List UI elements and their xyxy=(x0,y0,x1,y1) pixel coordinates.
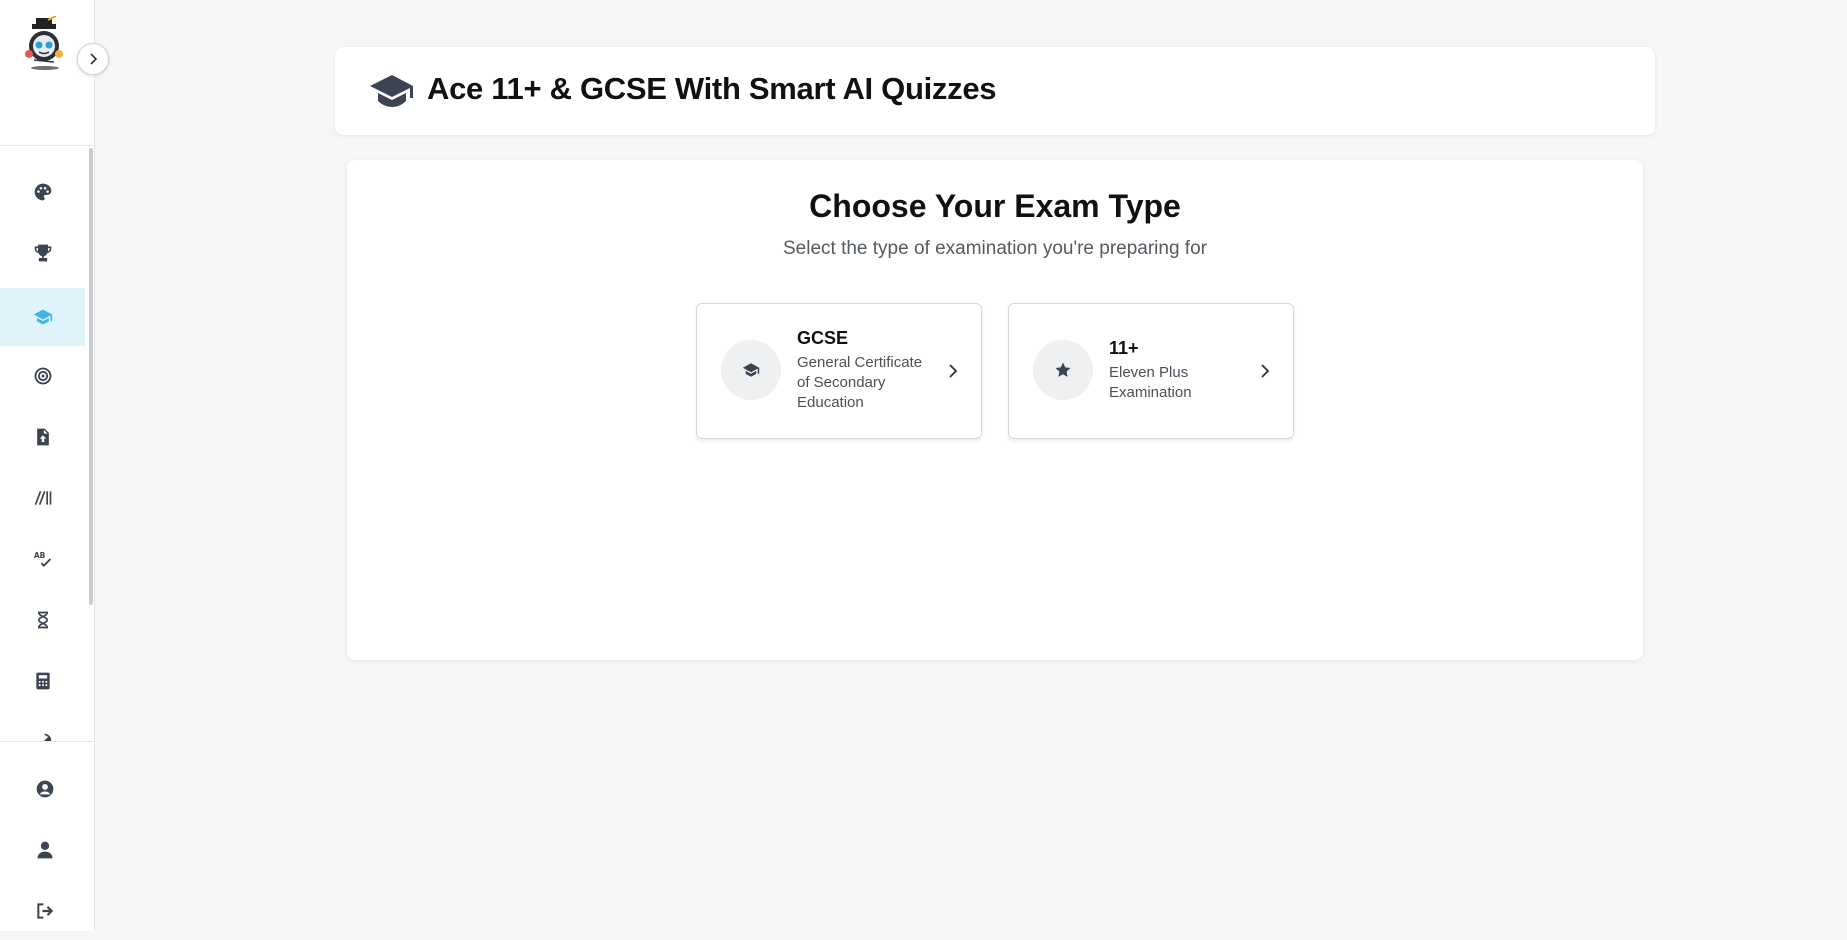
user-circle-icon xyxy=(36,780,54,798)
sidebar-item-calculator[interactable] xyxy=(0,652,85,710)
exam-option-description: Eleven Plus Examination xyxy=(1109,364,1192,401)
exam-selection-panel: Choose Your Exam Type Select the type of… xyxy=(347,160,1643,660)
rocket-icon xyxy=(43,733,51,741)
sidebar-item-target[interactable] xyxy=(0,347,85,405)
slashes-icon xyxy=(34,491,51,505)
sidebar-item-palette[interactable] xyxy=(0,163,85,221)
sidebar-item-account[interactable] xyxy=(0,760,90,818)
logout-icon xyxy=(37,903,54,919)
star-icon xyxy=(1055,362,1071,377)
target-icon xyxy=(34,367,51,385)
trophy-icon xyxy=(34,244,51,262)
sidebar-item-profile[interactable] xyxy=(0,821,90,879)
robot-logo-icon[interactable] xyxy=(20,15,70,72)
sidebar-item-spell-check[interactable]: AB xyxy=(0,530,85,588)
exam-option-gcse[interactable]: GCSE General Certificate of Secondary Ed… xyxy=(696,303,982,439)
sidebar-item-trophy[interactable] xyxy=(0,224,85,282)
sidebar-item-hourglass[interactable] xyxy=(0,591,85,649)
sidebar: AB xyxy=(0,0,95,931)
graduation-cap-icon xyxy=(370,75,413,107)
file-upload-icon xyxy=(36,428,49,446)
graduation-cap-icon xyxy=(742,363,760,377)
graduation-cap-icon xyxy=(33,309,52,325)
sidebar-scrollbar[interactable] xyxy=(89,148,93,605)
hourglass-icon xyxy=(37,611,48,629)
sidebar-item-exams[interactable] xyxy=(0,288,85,346)
user-icon xyxy=(37,841,53,859)
exam-option-eleven-plus[interactable]: 11+ Eleven Plus Examination xyxy=(1008,303,1294,439)
chevron-right-icon xyxy=(949,364,958,378)
section-subtitle: Select the type of examination you're pr… xyxy=(783,238,1207,259)
section-title: Choose Your Exam Type xyxy=(809,188,1181,224)
sidebar-nav: AB xyxy=(0,146,94,741)
sidebar-item-rocket[interactable] xyxy=(0,713,85,741)
exam-icon-circle xyxy=(721,340,781,400)
exam-option-name: GCSE xyxy=(797,328,849,348)
exam-option-text: 11+ Eleven Plus Examination xyxy=(1109,338,1249,403)
exam-option-description: General Certificate of Secondary Educati… xyxy=(797,354,923,411)
palette-icon xyxy=(34,183,51,201)
header-banner: Ace 11+ & GCSE With Smart AI Quizzes xyxy=(335,47,1655,135)
calculator-icon xyxy=(35,672,50,690)
exam-icon-circle xyxy=(1033,340,1093,400)
page-title: Ace 11+ & GCSE With Smart AI Quizzes xyxy=(427,71,997,106)
spell-check-icon: AB xyxy=(33,551,51,567)
chevron-right-icon xyxy=(90,53,98,65)
exam-option-text: GCSE General Certificate of Secondary Ed… xyxy=(797,328,937,413)
sidebar-item-slashes[interactable] xyxy=(0,469,85,527)
sidebar-item-logout[interactable] xyxy=(0,882,90,940)
sidebar-toggle-button[interactable] xyxy=(77,43,109,75)
sidebar-item-file-upload[interactable] xyxy=(0,408,85,466)
sidebar-divider xyxy=(0,741,94,742)
svg-text:AB: AB xyxy=(33,551,45,560)
exam-option-name: 11+ xyxy=(1109,338,1139,358)
chevron-right-icon xyxy=(1261,364,1270,378)
